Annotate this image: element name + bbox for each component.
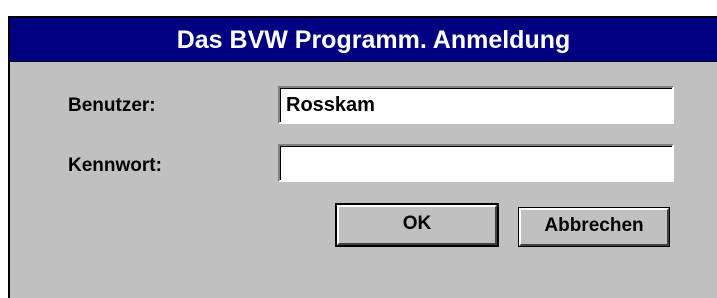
cancel-button[interactable]: Abbrechen [518, 207, 670, 247]
login-dialog: Das BVW Programm. Anmeldung Benutzer: Ro… [8, 16, 717, 298]
password-label: Kennwort: [68, 155, 162, 176]
dialog-title-bar[interactable]: Das BVW Programm. Anmeldung [10, 18, 717, 62]
ok-button[interactable]: OK [335, 203, 499, 247]
password-input[interactable] [278, 144, 674, 182]
user-input[interactable]: Rosskam [278, 86, 674, 124]
user-label: Benutzer: [68, 95, 156, 116]
